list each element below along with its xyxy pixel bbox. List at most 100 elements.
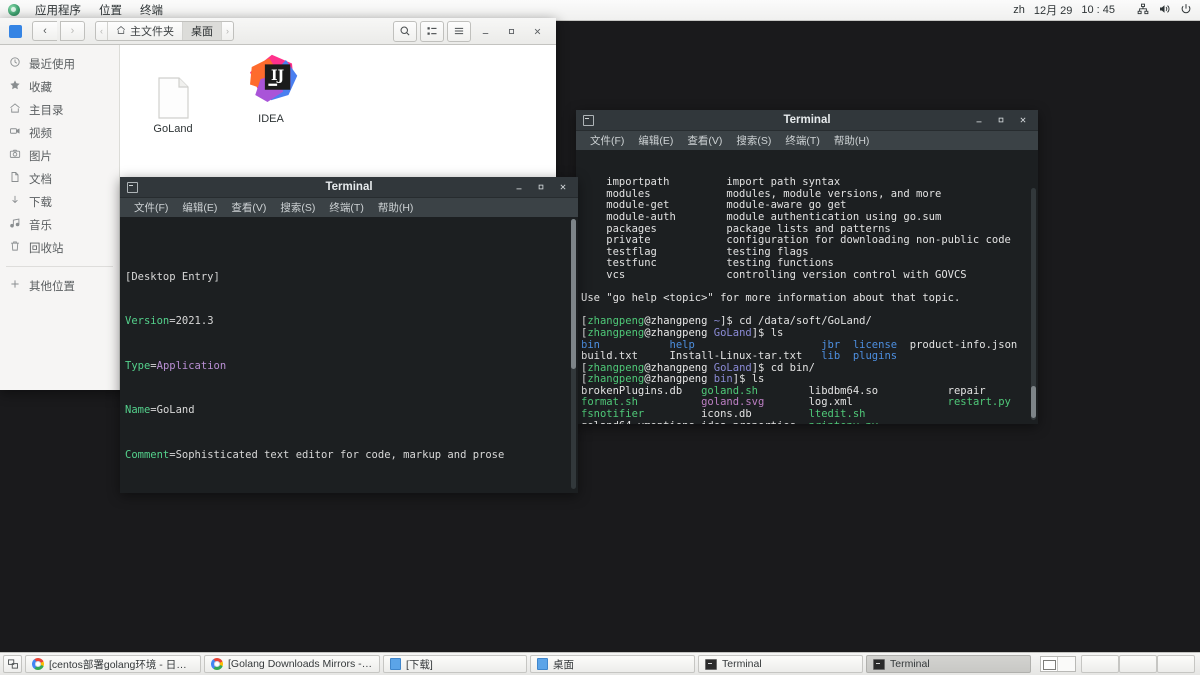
terminal-vim-minimize-button[interactable]: [508, 177, 530, 197]
workspace-1[interactable]: [1041, 657, 1058, 671]
menu-help[interactable]: 帮助(H): [371, 199, 421, 216]
menu-view[interactable]: 查看(V): [680, 132, 729, 149]
terminal-shell-output[interactable]: importpath import path syntax modules mo…: [576, 150, 1038, 424]
menu-search[interactable]: 搜索(S): [273, 199, 322, 216]
terminal-shell-close-button[interactable]: [1012, 110, 1034, 130]
download-icon: [9, 194, 21, 209]
menu-file[interactable]: 文件(F): [127, 199, 175, 216]
menu-edit[interactable]: 编辑(E): [175, 199, 224, 216]
workspace-switcher[interactable]: [1040, 656, 1076, 672]
taskbar-item-chrome-2[interactable]: [Golang Downloads Mirrors - The G⋯: [204, 655, 380, 673]
taskbar-item-terminal-1[interactable]: Terminal: [698, 655, 863, 673]
terminal-shell-minimize-button[interactable]: [968, 110, 990, 130]
menu-edit[interactable]: 编辑(E): [631, 132, 680, 149]
sidebar-item-documents[interactable]: 文档: [0, 167, 119, 190]
desktop-icon-idea[interactable]: IJ IDEA: [234, 54, 308, 125]
back-button[interactable]: ‹: [32, 21, 57, 41]
menu-file[interactable]: 文件(F): [583, 132, 631, 149]
scrollbar-thumb[interactable]: [571, 219, 576, 369]
clock-icon: [9, 56, 21, 71]
breadcrumb-home[interactable]: 主文件夹: [108, 22, 183, 40]
taskbar-pane-1[interactable]: [1081, 655, 1119, 673]
taskbar-item-terminal-2[interactable]: Terminal: [866, 655, 1031, 673]
forward-button[interactable]: ›: [60, 21, 85, 41]
terminal-vim-titlebar[interactable]: Terminal: [120, 177, 578, 198]
view-list-icon[interactable]: [420, 20, 444, 42]
terminal-shell-scrollbar[interactable]: [1031, 188, 1036, 420]
vim-line: [125, 332, 578, 354]
taskbar-item-downloads[interactable]: [下载]: [383, 655, 527, 673]
menu-places[interactable]: 位置: [90, 0, 131, 20]
taskbar-item-desktop[interactable]: 桌面: [530, 655, 695, 673]
terminal-vim-scrollbar[interactable]: [571, 219, 576, 489]
ls-output-row: goland64.vmoptions idea.properties print…: [581, 420, 1038, 424]
file-manager-close-button[interactable]: [526, 21, 549, 42]
menu-help[interactable]: 帮助(H): [827, 132, 877, 149]
terminal-vim-menubar: 文件(F) 编辑(E) 查看(V) 搜索(S) 终端(T) 帮助(H): [120, 198, 578, 217]
menu-view[interactable]: 查看(V): [224, 199, 273, 216]
terminal-icon: [705, 658, 717, 670]
sidebar-label: 视频: [29, 127, 52, 140]
breadcrumb-current[interactable]: 桌面: [183, 22, 222, 40]
sidebar-item-pictures[interactable]: 图片: [0, 144, 119, 167]
menu-terminal[interactable]: 终端(T): [778, 132, 826, 149]
search-icon[interactable]: [393, 20, 417, 42]
sidebar-item-videos[interactable]: 视频: [0, 121, 119, 144]
taskbar-pane-3[interactable]: [1157, 655, 1195, 673]
menu-applications[interactable]: 应用程序: [26, 0, 90, 20]
power-icon[interactable]: [1180, 3, 1192, 18]
breadcrumb-prev-arrow[interactable]: ‹: [96, 22, 108, 40]
file-manager-maximize-button[interactable]: [500, 21, 523, 42]
sidebar-label: 主目录: [29, 104, 64, 117]
sidebar-item-other-locations[interactable]: 其他位置: [0, 274, 119, 297]
camera-icon: [9, 148, 21, 163]
svg-text:IJ: IJ: [271, 68, 285, 84]
terminal-vim-maximize-button[interactable]: [530, 177, 552, 197]
desktop-icon-goland[interactable]: GoLand: [136, 67, 210, 135]
video-icon: [9, 125, 21, 140]
sidebar-label: 回收站: [29, 242, 64, 255]
sidebar-divider: [6, 266, 113, 267]
clock-date[interactable]: 12月 29: [1034, 2, 1073, 18]
sidebar-item-starred[interactable]: 收藏: [0, 75, 119, 98]
sidebar-item-trash[interactable]: 回收站: [0, 236, 119, 259]
taskbar-item-label: Terminal: [722, 658, 762, 670]
menu-search[interactable]: 搜索(S): [729, 132, 778, 149]
sidebar-item-music[interactable]: 音乐: [0, 213, 119, 236]
sidebar-item-home[interactable]: 主目录: [0, 98, 119, 121]
terminal-vim-editor[interactable]: [Desktop Entry] Version=2021.3 Type=Appl…: [120, 217, 578, 493]
show-desktop-icon[interactable]: [3, 655, 22, 673]
sidebar-item-downloads[interactable]: 下载: [0, 190, 119, 213]
taskbar-right: [1040, 655, 1197, 673]
clock-time[interactable]: 10 : 45: [1081, 4, 1115, 16]
scrollbar-thumb[interactable]: [1031, 386, 1036, 418]
file-manager-toolbar: ‹ › ‹ 主文件夹 桌面 ›: [0, 18, 556, 45]
terminal-vim-close-button[interactable]: [552, 177, 574, 197]
taskbar-pane-2[interactable]: [1119, 655, 1157, 673]
taskbar-item-chrome-1[interactable]: [centos部署golang环境 - 日行一善g ⋯: [25, 655, 201, 673]
file-manager-minimize-button[interactable]: [474, 21, 497, 42]
terminal-shell-menubar: 文件(F) 编辑(E) 查看(V) 搜索(S) 终端(T) 帮助(H): [576, 131, 1038, 150]
input-method-indicator[interactable]: zh: [1013, 4, 1025, 16]
taskbar-item-label: [centos部署golang环境 - 日行一善g ⋯: [49, 658, 194, 671]
hamburger-menu-icon[interactable]: [447, 20, 471, 42]
terminal-icon: [127, 181, 138, 193]
files-icon: [390, 658, 401, 670]
terminal-shell-maximize-button[interactable]: [990, 110, 1012, 130]
breadcrumb-next-arrow[interactable]: ›: [222, 22, 233, 40]
vim-line: [125, 377, 578, 399]
sidebar-label: 音乐: [29, 219, 52, 232]
workspace-2[interactable]: [1058, 657, 1075, 671]
menu-terminal[interactable]: 终端: [131, 0, 172, 20]
vim-line: Comment=Sophisticated text editor for co…: [125, 448, 505, 461]
go-help-hint: Use "go help <topic>" for more informati…: [581, 292, 961, 305]
file-manager-sidebar: 最近使用 收藏 主目录 视频 图片 文档 下载 音乐 回收站 其他位置: [0, 45, 120, 390]
sidebar-item-recent[interactable]: 最近使用: [0, 52, 119, 75]
sidebar-label: 图片: [29, 150, 52, 163]
network-icon[interactable]: [1137, 3, 1149, 18]
vim-line: [125, 466, 578, 488]
breadcrumb: ‹ 主文件夹 桌面 ›: [95, 21, 234, 41]
terminal-shell-titlebar[interactable]: Terminal: [576, 110, 1038, 131]
menu-terminal[interactable]: 终端(T): [322, 199, 370, 216]
volume-icon[interactable]: [1158, 3, 1171, 18]
